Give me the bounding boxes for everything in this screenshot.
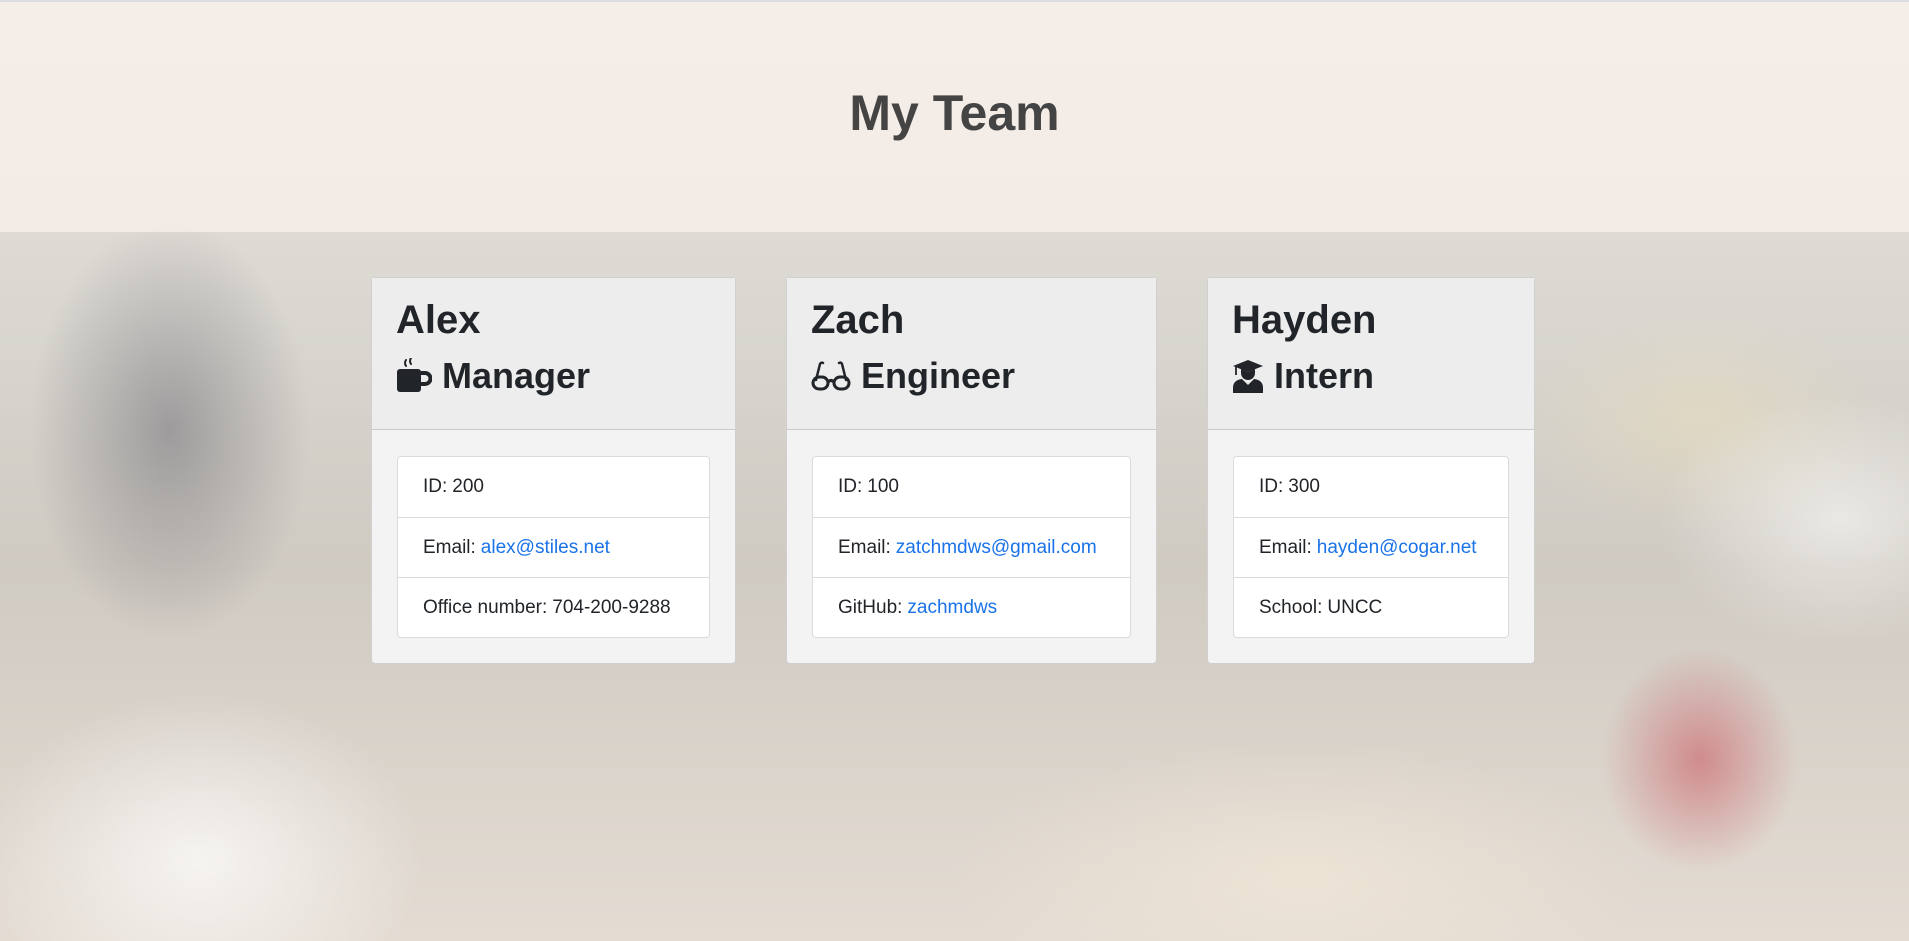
- card-header: Zach Engineer: [787, 278, 1156, 430]
- employee-name: Zach: [811, 298, 905, 342]
- info-list: ID: 100 Email: zatchmdws@gmail.com GitHu…: [812, 456, 1131, 638]
- employee-role: Intern: [1232, 354, 1510, 397]
- card-body: ID: 100 Email: zatchmdws@gmail.com GitHu…: [787, 430, 1156, 663]
- page-header: My Team: [0, 0, 1909, 232]
- employee-role: Manager: [396, 354, 711, 397]
- email-row: Email: alex@stiles.net: [398, 517, 709, 577]
- office-number-label: Office number:: [423, 596, 548, 618]
- school-row: School: UNCC: [1234, 577, 1508, 637]
- employee-card-engineer: Zach Engineer ID: 100 Email: zatchmdws@g…: [786, 277, 1157, 664]
- id-value: 100: [867, 476, 899, 497]
- glasses-icon: [811, 361, 851, 391]
- id-row: ID: 200: [398, 457, 709, 517]
- email-row: Email: hayden@cogar.net: [1234, 517, 1508, 577]
- page-title: My Team: [849, 85, 1060, 141]
- employee-card-intern: Hayden Intern ID: 300 Email: hayden@coga…: [1207, 277, 1535, 664]
- employee-role-label: Engineer: [861, 355, 1016, 396]
- employee-role-label: Manager: [442, 355, 591, 396]
- email-label: Email:: [423, 536, 476, 558]
- info-list: ID: 300 Email: hayden@cogar.net School: …: [1233, 456, 1509, 638]
- id-value: 200: [452, 476, 484, 497]
- id-value: 300: [1288, 476, 1320, 497]
- office-number-value: 704-200-9288: [552, 596, 671, 618]
- id-label: ID:: [423, 476, 448, 497]
- card-header: Hayden Intern: [1208, 278, 1534, 430]
- graduate-icon: [1233, 359, 1263, 393]
- id-row: ID: 300: [1234, 457, 1508, 517]
- employee-role-label: Intern: [1274, 355, 1375, 396]
- email-label: Email:: [1259, 536, 1312, 558]
- card-body: ID: 200 Email: alex@stiles.net Office nu…: [372, 430, 735, 663]
- email-row: Email: zatchmdws@gmail.com: [813, 517, 1130, 577]
- school-value: UNCC: [1327, 596, 1383, 618]
- id-label: ID:: [838, 476, 863, 497]
- employee-name: Hayden: [1232, 298, 1377, 342]
- school-label: School:: [1259, 596, 1323, 618]
- employee-role: Engineer: [811, 354, 1132, 397]
- id-label: ID:: [1259, 476, 1284, 497]
- email-label: Email:: [838, 536, 891, 558]
- email-link[interactable]: alex@stiles.net: [481, 537, 610, 559]
- email-link[interactable]: hayden@cogar.net: [1317, 537, 1477, 559]
- card-header: Alex Manager: [372, 278, 735, 430]
- card-body: ID: 300 Email: hayden@cogar.net School: …: [1208, 430, 1534, 663]
- employee-card-manager: Alex Manager ID: 200 Email: alex@stiles.…: [371, 277, 736, 664]
- github-label: GitHub:: [838, 596, 903, 618]
- email-link[interactable]: zatchmdws@gmail.com: [896, 537, 1097, 559]
- info-list: ID: 200 Email: alex@stiles.net Office nu…: [397, 456, 710, 638]
- github-row: GitHub: zachmdws: [813, 577, 1130, 637]
- employee-name: Alex: [396, 298, 481, 342]
- github-link[interactable]: zachmdws: [907, 597, 997, 619]
- id-row: ID: 100: [813, 457, 1130, 517]
- coffee-mug-icon: [397, 357, 432, 392]
- office-number-row: Office number: 704-200-9288: [398, 577, 709, 637]
